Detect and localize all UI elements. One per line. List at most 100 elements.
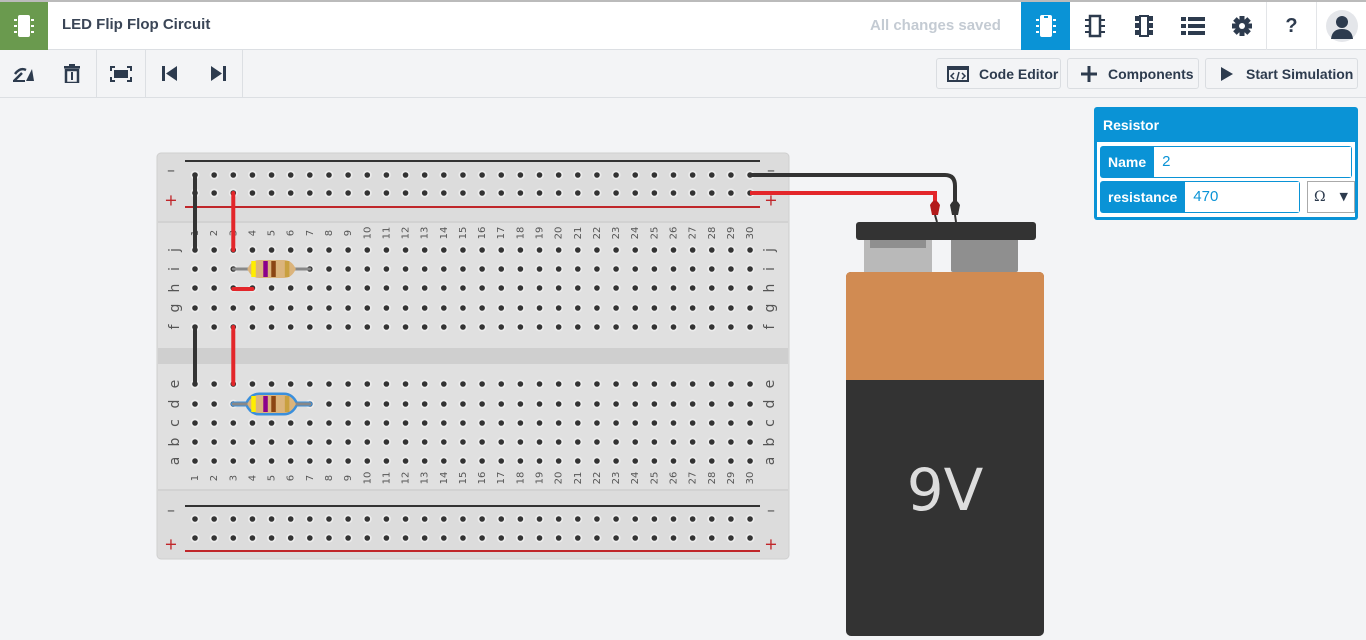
breadboard-hole[interactable] (402, 247, 409, 253)
breadboard-hole[interactable] (249, 458, 256, 464)
breadboard-hole[interactable] (747, 266, 753, 272)
breadboard-hole[interactable] (364, 190, 371, 196)
breadboard-hole[interactable] (211, 172, 217, 178)
breadboard-hole[interactable] (441, 324, 447, 330)
breadboard-hole[interactable] (708, 247, 715, 253)
unit-select[interactable]: Ω ▼ (1307, 181, 1355, 213)
breadboard-hole[interactable] (708, 439, 715, 445)
breadboard-hole[interactable] (517, 266, 524, 272)
breadboard-hole[interactable] (268, 439, 275, 445)
breadboard-hole[interactable] (575, 516, 581, 522)
breadboard-hole[interactable] (632, 420, 639, 426)
breadboard-hole[interactable] (441, 285, 447, 291)
breadboard-hole[interactable] (594, 458, 600, 464)
breadboard-hole[interactable] (268, 420, 275, 426)
breadboard-hole[interactable] (192, 285, 198, 291)
breadboard-hole[interactable] (402, 381, 409, 387)
breadboard-hole[interactable] (307, 190, 313, 196)
breadboard-hole[interactable] (326, 420, 332, 426)
breadboard-hole[interactable] (498, 420, 505, 426)
breadboard-hole[interactable] (441, 535, 447, 541)
breadboard-hole[interactable] (326, 285, 332, 291)
breadboard-hole[interactable] (230, 305, 237, 311)
breadboard-hole[interactable] (460, 247, 466, 253)
breadboard-hole[interactable] (211, 420, 217, 426)
breadboard-hole[interactable] (287, 516, 294, 522)
breadboard-hole[interactable] (689, 381, 696, 387)
breadboard-hole[interactable] (747, 381, 753, 387)
breadboard-hole[interactable] (421, 401, 428, 407)
breadboard-hole[interactable] (383, 458, 390, 464)
breadboard-hole[interactable] (670, 439, 677, 445)
breadboard-hole[interactable] (211, 324, 217, 330)
breadboard-hole[interactable] (364, 535, 371, 541)
breadboard-hole[interactable] (402, 285, 409, 291)
breadboard-hole[interactable] (747, 535, 753, 541)
breadboard-hole[interactable] (689, 247, 696, 253)
breadboard-hole[interactable] (575, 458, 581, 464)
breadboard-hole[interactable] (383, 420, 390, 426)
breadboard-hole[interactable] (460, 305, 466, 311)
breadboard-hole[interactable] (402, 324, 409, 330)
breadboard-hole[interactable] (307, 172, 313, 178)
breadboard-hole[interactable] (383, 190, 390, 196)
breadboard-hole[interactable] (326, 439, 332, 445)
breadboard-hole[interactable] (249, 247, 256, 253)
breadboard-hole[interactable] (498, 535, 505, 541)
breadboard-hole[interactable] (307, 516, 313, 522)
breadboard-hole[interactable] (651, 458, 658, 464)
breadboard-hole[interactable] (230, 439, 237, 445)
breadboard-hole[interactable] (441, 247, 447, 253)
breadboard-hole[interactable] (536, 324, 543, 330)
breadboard-hole[interactable] (747, 516, 753, 522)
breadboard-hole[interactable] (383, 247, 390, 253)
breadboard-hole[interactable] (708, 172, 715, 178)
breadboard-hole[interactable] (517, 535, 524, 541)
breadboard-hole[interactable] (345, 381, 351, 387)
breadboard-hole[interactable] (517, 401, 524, 407)
breadboard-hole[interactable] (747, 247, 753, 253)
breadboard-hole[interactable] (345, 420, 351, 426)
breadboard-hole[interactable] (517, 420, 524, 426)
breadboard-hole[interactable] (651, 285, 658, 291)
battery-9v[interactable]: 9V (846, 222, 1044, 636)
breadboard-hole[interactable] (632, 247, 639, 253)
breadboard-hole[interactable] (230, 516, 237, 522)
breadboard-hole[interactable] (287, 458, 294, 464)
breadboard-hole[interactable] (670, 247, 677, 253)
breadboard-hole[interactable] (192, 516, 198, 522)
breadboard-hole[interactable] (689, 172, 696, 178)
breadboard-hole[interactable] (383, 324, 390, 330)
breadboard-hole[interactable] (498, 458, 505, 464)
breadboard-hole[interactable] (460, 439, 466, 445)
breadboard-hole[interactable] (421, 172, 428, 178)
breadboard-hole[interactable] (517, 381, 524, 387)
breadboard-hole[interactable] (613, 172, 619, 178)
breadboard-hole[interactable] (211, 266, 217, 272)
breadboard-hole[interactable] (345, 458, 351, 464)
breadboard-hole[interactable] (211, 305, 217, 311)
breadboard-hole[interactable] (479, 247, 485, 253)
breadboard-hole[interactable] (364, 324, 371, 330)
breadboard-hole[interactable] (479, 401, 485, 407)
breadboard-hole[interactable] (708, 305, 715, 311)
breadboard-hole[interactable] (230, 420, 237, 426)
breadboard-hole[interactable] (670, 535, 677, 541)
breadboard-hole[interactable] (498, 324, 505, 330)
breadboard-hole[interactable] (670, 172, 677, 178)
breadboard-hole[interactable] (421, 247, 428, 253)
breadboard-hole[interactable] (747, 458, 753, 464)
breadboard-hole[interactable] (613, 535, 619, 541)
breadboard-hole[interactable] (728, 285, 734, 291)
breadboard-hole[interactable] (632, 458, 639, 464)
breadboard-hole[interactable] (689, 266, 696, 272)
breadboard-hole[interactable] (479, 285, 485, 291)
breadboard-hole[interactable] (670, 190, 677, 196)
breadboard-hole[interactable] (555, 535, 562, 541)
breadboard-hole[interactable] (479, 420, 485, 426)
resistance-input[interactable]: 470 (1185, 181, 1300, 213)
breadboard-hole[interactable] (249, 420, 256, 426)
breadboard-hole[interactable] (287, 381, 294, 387)
breadboard-hole[interactable] (689, 190, 696, 196)
breadboard-hole[interactable] (441, 401, 447, 407)
